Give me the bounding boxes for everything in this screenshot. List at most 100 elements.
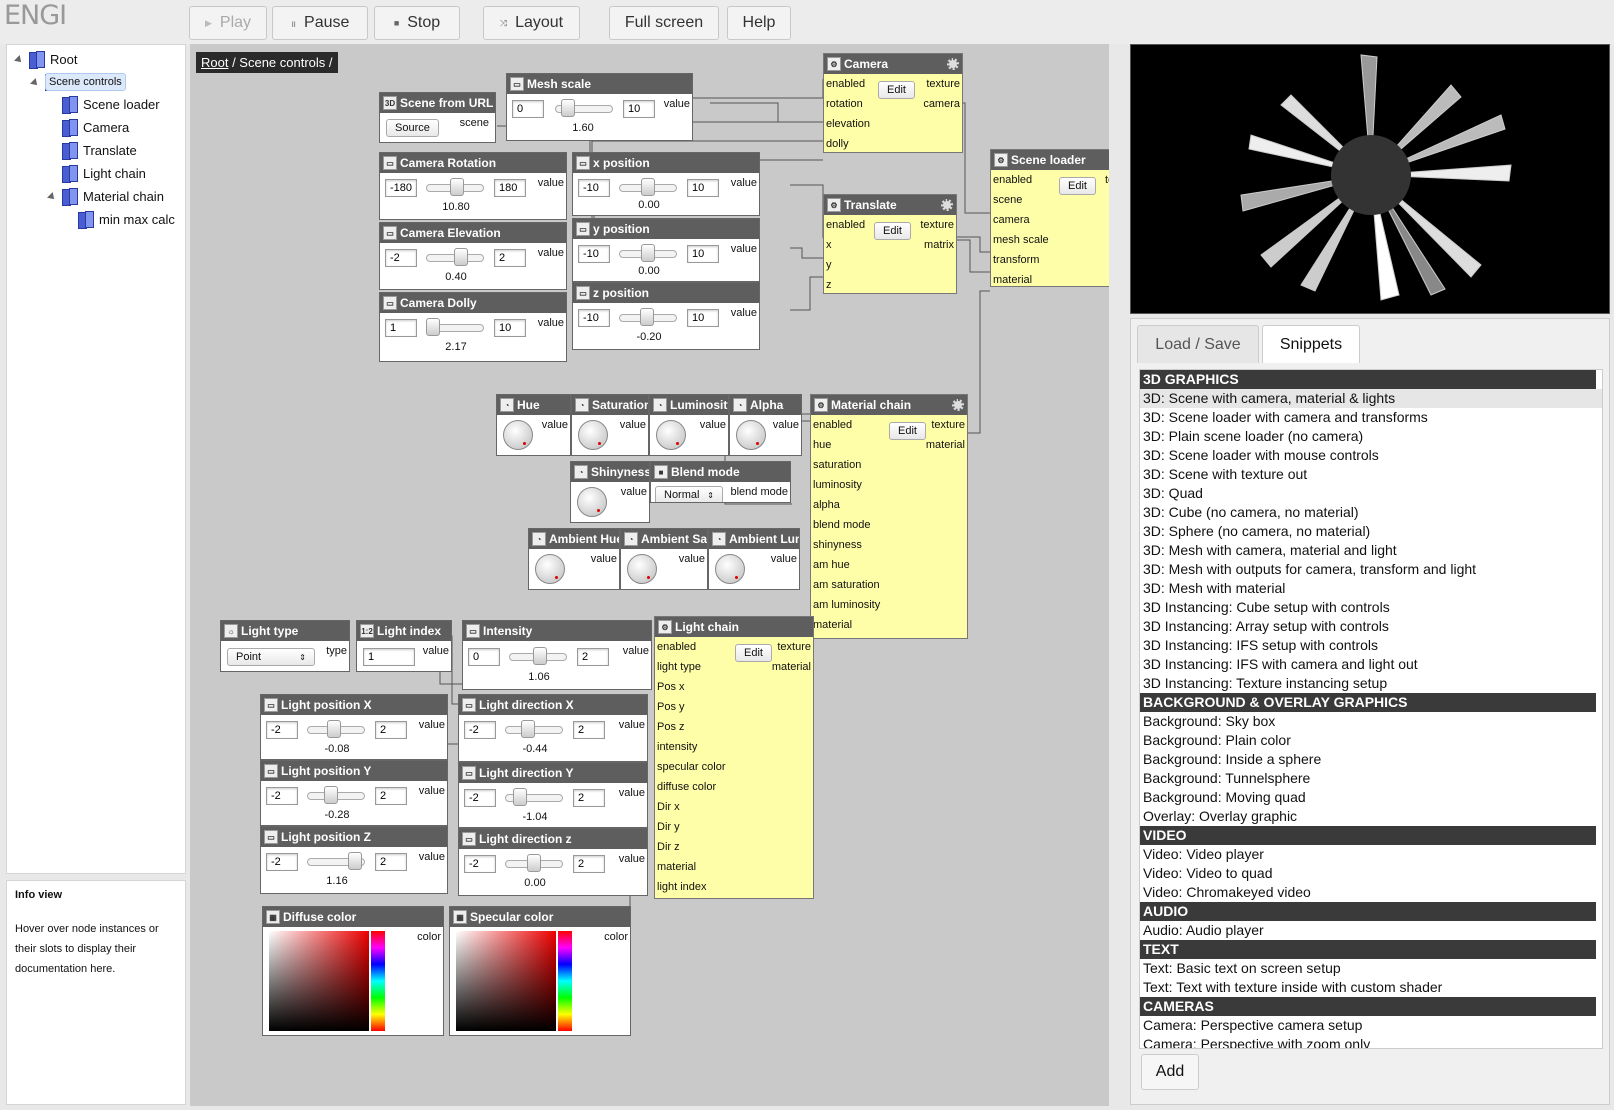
node-scene-from-url[interactable]: 3D Scene from URL Source scene xyxy=(379,92,496,143)
alpha-dial[interactable] xyxy=(736,420,766,450)
3d-viewport[interactable] xyxy=(1130,44,1610,314)
source-button[interactable]: Source xyxy=(386,119,439,137)
node-light-direction-x[interactable]: ▭Light direction X value -0.44 xyxy=(458,694,648,762)
node-light-type[interactable]: ☼ Light type Point ⇕ type xyxy=(220,620,350,672)
min-input[interactable] xyxy=(266,853,298,871)
tree-item-material-chain[interactable]: Material chain xyxy=(62,188,164,206)
snippet-item[interactable]: Background: Sky box xyxy=(1140,712,1602,731)
node-light-position-y[interactable]: ▭Light position Y value -0.28 xyxy=(260,760,448,826)
hue-dial[interactable] xyxy=(503,420,533,450)
ambient-saturation-dial[interactable] xyxy=(627,554,657,584)
snippet-item[interactable]: Video: Chromakeyed video xyxy=(1140,883,1602,902)
snippet-item[interactable]: 3D Instancing: IFS with camera and light… xyxy=(1140,655,1602,674)
node-light-position-x[interactable]: ▭Light position X value -0.08 xyxy=(260,694,448,760)
snippet-item[interactable]: 3D: Scene loader with camera and transfo… xyxy=(1140,408,1602,427)
snippet-item[interactable]: 3D: Cube (no camera, no material) xyxy=(1140,503,1602,522)
tree-item-scene-controls[interactable]: Scene controls xyxy=(45,72,126,91)
snippet-item[interactable]: Video: Video player xyxy=(1140,845,1602,864)
node-alpha[interactable]: ◔ Alpha value xyxy=(729,394,802,456)
snippet-item[interactable]: 3D: Scene with texture out xyxy=(1140,465,1602,484)
node-z-position[interactable]: ▭z position value -0.20 xyxy=(572,282,760,350)
min-input[interactable] xyxy=(578,309,610,327)
tree-item-root[interactable]: Root xyxy=(29,51,77,69)
max-input[interactable] xyxy=(577,648,609,666)
node-blend-mode[interactable]: ■ Blend mode Normal ⇕ blend mode xyxy=(650,461,791,503)
snippet-item[interactable]: 3D: Mesh with outputs for camera, transf… xyxy=(1140,560,1602,579)
gear-icon[interactable] xyxy=(952,399,964,411)
tree-item-light-chain[interactable]: Light chain xyxy=(62,165,146,183)
min-input[interactable] xyxy=(266,787,298,805)
saturation-dial[interactable] xyxy=(578,420,608,450)
min-input[interactable] xyxy=(512,100,544,118)
snippet-item[interactable]: 3D Instancing: Texture instancing setup xyxy=(1140,674,1602,693)
snippet-item[interactable]: 3D: Plain scene loader (no camera) xyxy=(1140,427,1602,446)
snippet-item[interactable]: Video: Video to quad xyxy=(1140,864,1602,883)
snippet-item[interactable]: 3D: Scene loader with mouse controls xyxy=(1140,446,1602,465)
node-shinyness[interactable]: ◔ Shinyness value xyxy=(570,461,650,523)
snippet-item[interactable]: Text: Text with texture inside with cust… xyxy=(1140,978,1602,997)
node-specular-color[interactable]: ▦ Specular color color xyxy=(449,906,631,1036)
snippet-item[interactable]: Overlay: Overlay graphic xyxy=(1140,807,1602,826)
snippet-item[interactable]: Background: Moving quad xyxy=(1140,788,1602,807)
snippet-item[interactable]: 3D Instancing: Array setup with controls xyxy=(1140,617,1602,636)
tree-item-camera[interactable]: Camera xyxy=(62,119,129,137)
add-button[interactable]: Add xyxy=(1141,1054,1199,1090)
snippet-item[interactable]: Text: Basic text on screen setup xyxy=(1140,959,1602,978)
slider-handle[interactable] xyxy=(324,786,338,804)
min-input[interactable] xyxy=(266,721,298,739)
node-intensity[interactable]: ▭Intensity value 1.06 xyxy=(462,620,652,690)
min-input[interactable] xyxy=(385,319,417,337)
min-input[interactable] xyxy=(464,721,496,739)
tab-load-save[interactable]: Load / Save xyxy=(1137,325,1259,363)
slider-handle[interactable] xyxy=(513,788,527,806)
help-button[interactable]: Help xyxy=(727,6,791,40)
max-input[interactable] xyxy=(494,319,526,337)
slider-handle[interactable] xyxy=(641,244,655,262)
max-input[interactable] xyxy=(375,787,407,805)
snippet-item[interactable]: Audio: Audio player xyxy=(1140,921,1602,940)
min-input[interactable] xyxy=(385,179,417,197)
slider-handle[interactable] xyxy=(454,248,468,266)
node-light-direction-y[interactable]: ▭Light direction Y value -1.04 xyxy=(458,762,648,828)
node-saturation[interactable]: ◔ Saturation value xyxy=(571,394,649,456)
node-light-position-z[interactable]: ▭Light position Z value 1.16 xyxy=(260,826,448,894)
edit-button[interactable]: Edit xyxy=(735,644,772,662)
node-camera[interactable]: ⚙ Camera enabled rotation elevation dolly… xyxy=(823,53,963,153)
tree-item-min-max-calc[interactable]: min max calc xyxy=(78,211,175,229)
node-ambient-luminosity[interactable]: ◔ Ambient Lum value xyxy=(708,528,800,590)
node-diffuse-color[interactable]: ▦ Diffuse color color xyxy=(262,906,444,1036)
slider-handle[interactable] xyxy=(450,178,464,196)
max-input[interactable] xyxy=(573,855,605,873)
blend-mode-select[interactable]: Normal ⇕ xyxy=(655,486,723,502)
node-luminosity[interactable]: ◔ Luminosity value xyxy=(649,394,729,456)
slider-handle[interactable] xyxy=(348,852,362,870)
min-input[interactable] xyxy=(578,245,610,263)
node-light-direction-z[interactable]: ▭Light direction z value 0.00 xyxy=(458,828,648,896)
edit-button[interactable]: Edit xyxy=(878,81,915,99)
max-input[interactable] xyxy=(375,853,407,871)
node-light-index[interactable]: 1:2Light index value xyxy=(356,620,452,672)
min-input[interactable] xyxy=(464,789,496,807)
light-index-input[interactable] xyxy=(363,648,415,666)
snippet-item[interactable]: Camera: Perspective camera setup xyxy=(1140,1016,1602,1035)
node-graph-canvas[interactable]: Root / Scene controls / 3D Scene from URL… xyxy=(190,44,1109,1106)
min-input[interactable] xyxy=(468,648,500,666)
snippet-item[interactable]: 3D: Mesh with camera, material and light xyxy=(1140,541,1602,560)
snippet-item[interactable]: Background: Tunnelsphere xyxy=(1140,769,1602,788)
node-hue[interactable]: ◔ Hue value xyxy=(496,394,571,456)
snippet-item[interactable]: 3D: Sphere (no camera, no material) xyxy=(1140,522,1602,541)
snippet-item[interactable]: Background: Inside a sphere xyxy=(1140,750,1602,769)
collapse-arrow-icon[interactable] xyxy=(14,55,24,65)
snippet-item[interactable]: Camera: Perspective with zoom only xyxy=(1140,1035,1602,1048)
shinyness-dial[interactable] xyxy=(577,487,607,517)
snippet-item[interactable]: 3D: Scene with camera, material & lights xyxy=(1140,389,1602,408)
node-material-chain[interactable]: ⚙ Material chain enabled hue saturation l… xyxy=(810,394,968,639)
collapse-arrow-icon[interactable] xyxy=(30,78,40,88)
slider-handle[interactable] xyxy=(561,99,575,117)
node-translate[interactable]: ⚙ Translate enabled x y z Edit texture ma… xyxy=(823,194,957,294)
max-input[interactable] xyxy=(687,309,719,327)
node-camera-dolly[interactable]: ▭Camera Dolly value 2.17 xyxy=(379,292,567,362)
ambient-hue-dial[interactable] xyxy=(535,554,565,584)
slider-handle[interactable] xyxy=(640,308,654,326)
node-mesh-scale[interactable]: ▭Mesh scale value 1.60 xyxy=(506,73,693,141)
